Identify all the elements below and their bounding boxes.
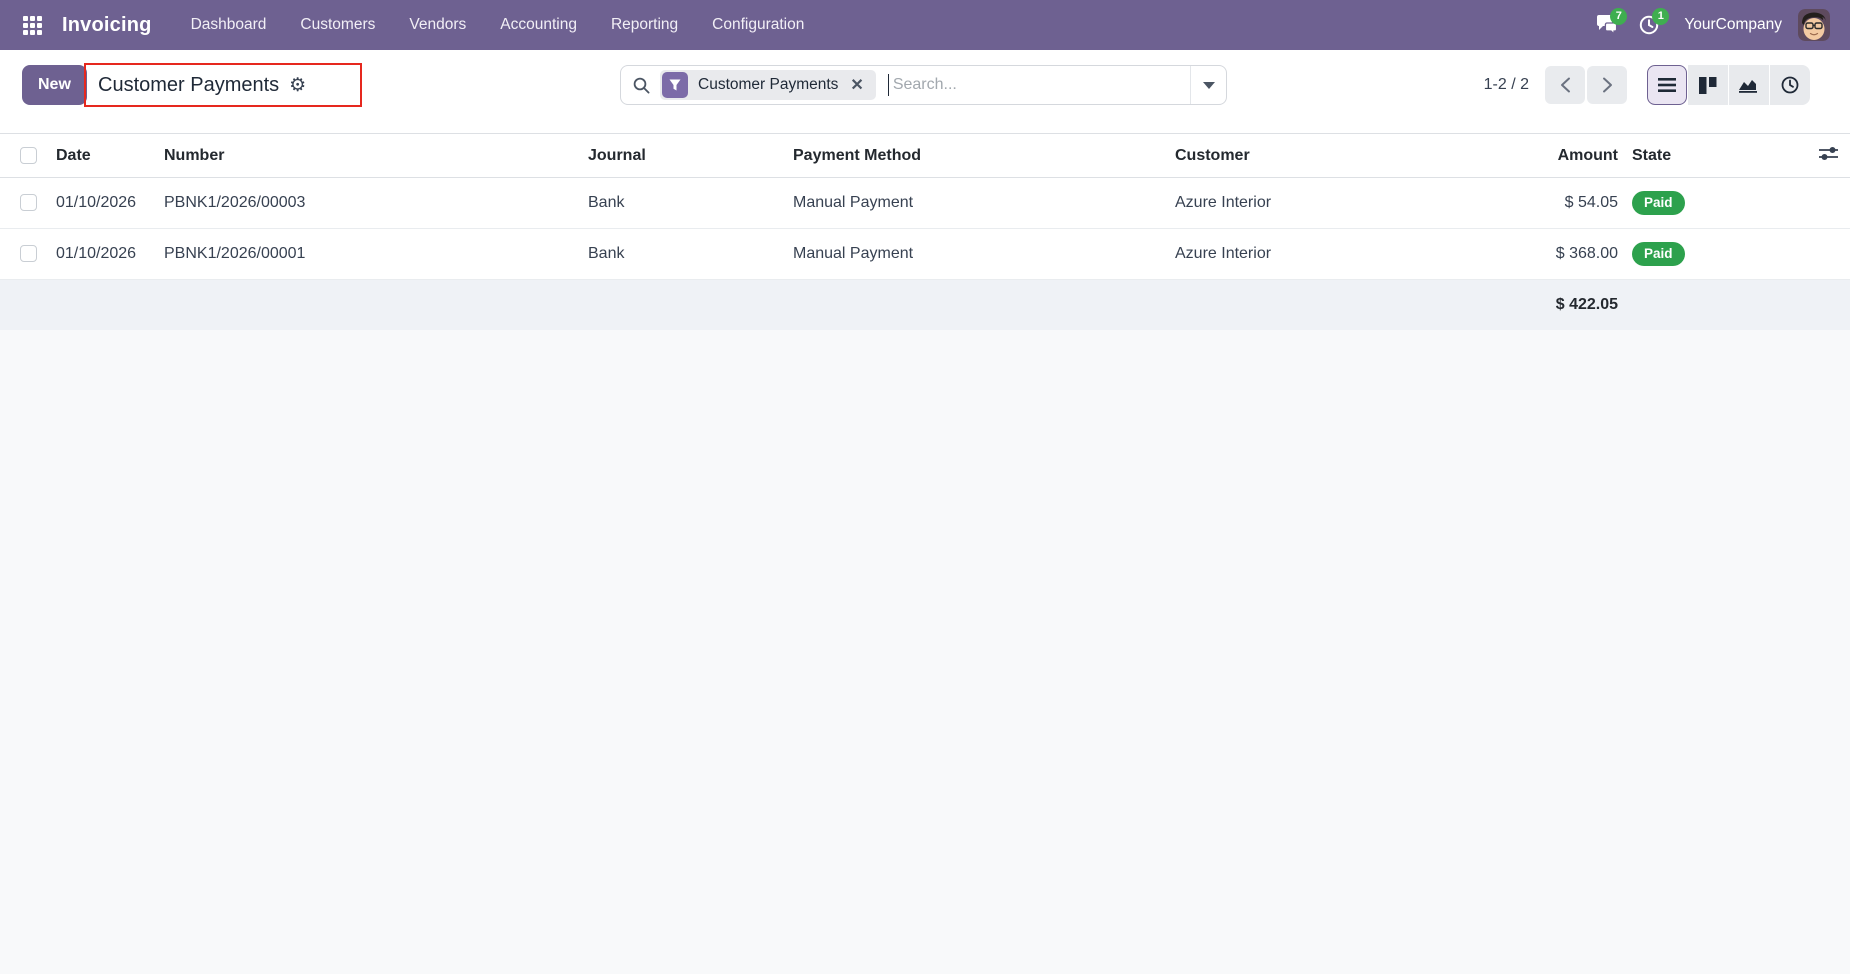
new-button[interactable]: New	[22, 65, 87, 105]
amount-total: $ 422.05	[1555, 295, 1618, 313]
menu-item-vendors[interactable]: Vendors	[392, 0, 483, 50]
cell-journal: Bank	[580, 177, 785, 229]
cell-customer: Azure Interior	[1167, 177, 1477, 229]
status-badge: Paid	[1632, 190, 1685, 216]
column-header-state[interactable]: State	[1622, 133, 1740, 178]
search-input[interactable]	[890, 75, 1190, 95]
avatar-image-icon	[1798, 9, 1830, 41]
kanban-view-button[interactable]	[1688, 65, 1728, 105]
activity-clock-view-icon	[1781, 76, 1799, 94]
text-caret	[887, 74, 889, 96]
breadcrumb-highlight-box: Customer Payments ⚙	[84, 63, 362, 107]
search-facet-customer-payments[interactable]: Customer Payments ✕	[660, 70, 876, 100]
chevron-left-icon	[1560, 77, 1570, 93]
status-badge: Paid	[1632, 241, 1685, 267]
activities-button[interactable]: 1	[1628, 5, 1670, 45]
pager-previous-button[interactable]	[1545, 66, 1585, 104]
facet-remove-icon[interactable]: ✕	[848, 75, 873, 95]
app-name[interactable]: Invoicing	[62, 14, 152, 37]
cell-journal: Bank	[580, 228, 785, 280]
page-title: Customer Payments	[98, 73, 280, 96]
navbar-right: 7 1 YourCompany	[1586, 5, 1830, 45]
pager-counter: 1-2 / 2	[1483, 76, 1529, 93]
list-view-button[interactable]	[1647, 65, 1687, 105]
table-header-row: Date Number Journal Payment Method Custo…	[0, 133, 1850, 178]
search-options-toggle[interactable]	[1190, 66, 1226, 104]
select-all-checkbox[interactable]	[20, 146, 37, 164]
content-background	[0, 329, 1850, 974]
top-navbar: Invoicing Dashboard Customers Vendors Ac…	[0, 0, 1850, 50]
menu-item-reporting[interactable]: Reporting	[594, 0, 695, 50]
table-row[interactable]: 01/10/2026 PBNK1/2026/00001 Bank Manual …	[0, 228, 1850, 280]
graph-view-button[interactable]	[1729, 65, 1769, 105]
cell-date: 01/10/2026	[48, 177, 156, 229]
column-header-number[interactable]: Number	[156, 133, 580, 178]
column-header-journal[interactable]: Journal	[580, 133, 785, 178]
kanban-view-icon	[1699, 76, 1717, 94]
apps-menu-button[interactable]	[14, 7, 50, 43]
table-footer-row: $ 422.05	[0, 279, 1850, 330]
table-row[interactable]: 01/10/2026 PBNK1/2026/00003 Bank Manual …	[0, 177, 1850, 229]
row-checkbox[interactable]	[20, 194, 37, 212]
company-name[interactable]: YourCompany	[1684, 16, 1782, 34]
pager-next-button[interactable]	[1587, 66, 1627, 104]
column-header-payment-method[interactable]: Payment Method	[785, 133, 1167, 178]
filter-funnel-icon	[662, 72, 688, 98]
row-checkbox[interactable]	[20, 245, 37, 263]
cell-date: 01/10/2026	[48, 228, 156, 280]
main-menu: Dashboard Customers Vendors Accounting R…	[174, 0, 822, 50]
control-panel-right: 1-2 / 2	[1484, 65, 1810, 105]
facet-label: Customer Payments	[698, 76, 839, 93]
cell-amount: $ 54.05	[1477, 177, 1622, 229]
view-switcher	[1647, 65, 1810, 105]
menu-item-customers[interactable]: Customers	[283, 0, 392, 50]
menu-item-configuration[interactable]: Configuration	[695, 0, 821, 50]
menu-item-dashboard[interactable]: Dashboard	[174, 0, 284, 50]
column-header-date[interactable]: Date	[48, 133, 156, 178]
adjust-columns-icon[interactable]	[1819, 146, 1838, 161]
messages-button[interactable]: 7	[1586, 5, 1628, 45]
apps-grid-icon	[22, 15, 42, 35]
column-header-customer[interactable]: Customer	[1167, 133, 1477, 178]
menu-item-accounting[interactable]: Accounting	[483, 0, 594, 50]
messages-count-badge: 7	[1610, 8, 1628, 25]
control-panel: New Customer Payments ⚙ Customer Payment…	[0, 50, 1850, 133]
column-header-amount[interactable]: Amount	[1477, 133, 1622, 178]
cell-payment-method: Manual Payment	[785, 177, 1167, 229]
cell-payment-method: Manual Payment	[785, 228, 1167, 280]
cell-amount: $ 368.00	[1477, 228, 1622, 280]
cell-number: PBNK1/2026/00001	[156, 228, 580, 280]
list-view-icon	[1658, 78, 1676, 92]
chevron-right-icon	[1602, 77, 1612, 93]
graph-view-icon	[1739, 80, 1757, 93]
activity-view-button[interactable]	[1770, 65, 1810, 105]
payments-table: Date Number Journal Payment Method Custo…	[0, 133, 1850, 330]
cell-customer: Azure Interior	[1167, 228, 1477, 280]
chevron-down-icon	[1202, 81, 1215, 89]
search-bar: Customer Payments ✕	[620, 65, 1227, 105]
cell-number: PBNK1/2026/00003	[156, 177, 580, 229]
search-icon	[633, 77, 650, 94]
activities-count-badge: 1	[1652, 8, 1670, 25]
gear-icon[interactable]: ⚙	[289, 76, 306, 95]
user-avatar[interactable]	[1798, 9, 1830, 41]
